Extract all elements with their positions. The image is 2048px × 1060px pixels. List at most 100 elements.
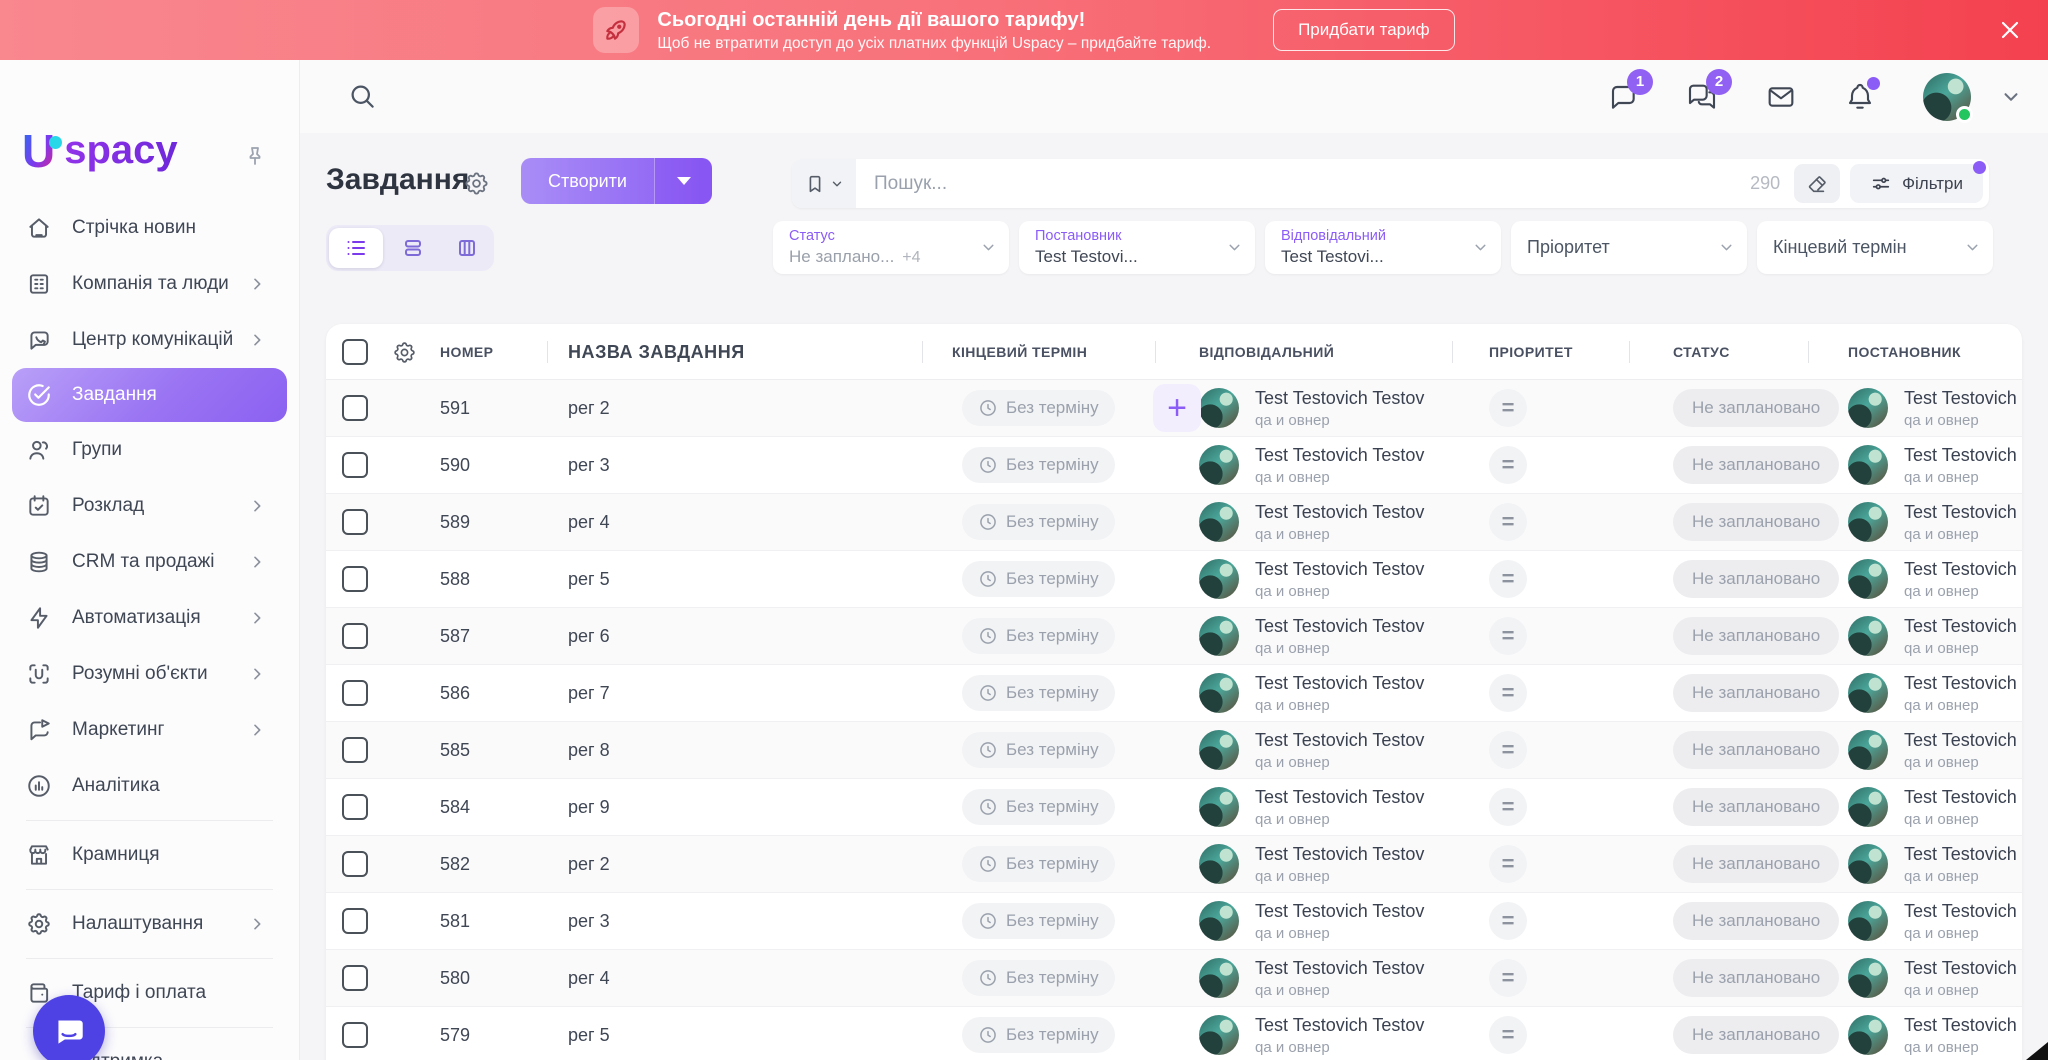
task-name[interactable]: рег 9 [547, 797, 922, 818]
table-row[interactable]: 588 рег 5 Без терміну [326, 551, 2022, 608]
responsible-person[interactable]: Test Testovich Testov qa и овнер [1199, 388, 1452, 429]
table-row[interactable]: 581 рег 3 Без терміну [326, 893, 2022, 950]
reporter-person[interactable]: Test Testovich qa и овнер [1848, 559, 2022, 600]
reporter-person[interactable]: Test Testovich qa и овнер [1848, 730, 2022, 771]
responsible-person[interactable]: Test Testovich Testov qa и овнер [1199, 787, 1452, 828]
sidebar-item-tasks[interactable]: Завдання [12, 368, 287, 422]
sidebar-item-news-feed[interactable]: Стрічка новин [0, 200, 299, 256]
row-checkbox[interactable] [342, 395, 368, 421]
sidebar-item-communications[interactable]: Центр комунікацій [0, 312, 299, 368]
responsible-person[interactable]: Test Testovich Testov qa и овнер [1199, 616, 1452, 657]
table-row[interactable]: 587 рег 6 Без терміну [326, 608, 2022, 665]
reporter-person[interactable]: Test Testovich qa и овнер [1848, 901, 2022, 942]
column-header-responsible[interactable]: ВІДПОВІДАЛЬНИЙ [1155, 324, 1452, 380]
sidebar-item-groups[interactable]: Групи [0, 422, 299, 478]
sidebar-item-marketing[interactable]: Маркетинг [0, 702, 299, 758]
reporter-person[interactable]: Test Testovich qa и овнер [1848, 502, 2022, 543]
task-name[interactable]: рег 2 [547, 398, 922, 419]
responsible-person[interactable]: Test Testovich Testov qa и овнер [1199, 445, 1452, 486]
filter-chip-deadline[interactable]: Кінцевий термін [1757, 221, 1993, 274]
task-name[interactable]: рег 5 [547, 569, 922, 590]
table-row[interactable]: 590 рег 3 Без терміну [326, 437, 2022, 494]
row-checkbox[interactable] [342, 737, 368, 763]
table-row[interactable]: 579 рег 5 Без терміну [326, 1007, 2022, 1060]
row-checkbox[interactable] [342, 965, 368, 991]
view-kanban-button[interactable] [440, 225, 494, 271]
row-checkbox[interactable] [342, 509, 368, 535]
table-row[interactable]: 582 рег 2 Без терміну [326, 836, 2022, 893]
task-name[interactable]: рег 4 [547, 968, 922, 989]
task-name[interactable]: рег 5 [547, 1025, 922, 1046]
group-chats-icon[interactable]: 2 [1686, 81, 1718, 113]
row-checkbox[interactable] [342, 908, 368, 934]
responsible-person[interactable]: Test Testovich Testov qa и овнер [1199, 901, 1452, 942]
columns-settings-gear-icon[interactable] [392, 340, 417, 365]
reporter-person[interactable]: Test Testovich qa и овнер [1848, 844, 2022, 885]
sidebar-item-analytics[interactable]: Аналітика [0, 758, 299, 814]
create-button-label[interactable]: Створити [521, 158, 654, 204]
task-name[interactable]: рег 7 [547, 683, 922, 704]
reporter-person[interactable]: Test Testovich qa и овнер [1848, 673, 2022, 714]
column-header-reporter[interactable]: ПОСТАНОВНИК [1808, 324, 2022, 380]
mail-icon[interactable] [1765, 81, 1797, 113]
row-checkbox[interactable] [342, 794, 368, 820]
sidebar-item-store[interactable]: Крамниця [0, 827, 299, 883]
row-checkbox[interactable] [342, 452, 368, 478]
task-name[interactable]: рег 4 [547, 512, 922, 533]
task-name[interactable]: рег 8 [547, 740, 922, 761]
responsible-person[interactable]: Test Testovich Testov qa и овнер [1199, 844, 1452, 885]
table-row[interactable]: 585 рег 8 Без терміну [326, 722, 2022, 779]
reporter-person[interactable]: Test Testovich qa и овнер [1848, 616, 2022, 657]
support-chat-widget-button[interactable] [33, 995, 105, 1060]
filter-chip-status[interactable]: Статус Не заплано...+4 [773, 221, 1009, 274]
table-row[interactable]: 584 рег 9 Без терміну [326, 779, 2022, 836]
filter-chip-priority[interactable]: Пріоритет [1511, 221, 1747, 274]
page-settings-gear-icon[interactable] [463, 170, 490, 197]
filters-button[interactable]: Фільтри [1850, 164, 1983, 203]
reporter-person[interactable]: Test Testovich qa и овнер [1848, 1015, 2022, 1056]
responsible-person[interactable]: Test Testovich Testov qa и овнер [1199, 1015, 1452, 1056]
select-all-checkbox[interactable] [342, 339, 368, 365]
filter-chip-reporter[interactable]: Постановник Test Testovi... [1019, 221, 1255, 274]
task-name[interactable]: рег 2 [547, 854, 922, 875]
bell-icon[interactable] [1844, 81, 1876, 113]
create-dropdown-toggle[interactable] [654, 158, 712, 204]
row-checkbox[interactable] [342, 851, 368, 877]
uspacy-logo[interactable]: U spacy [22, 128, 178, 174]
create-task-split-button[interactable]: Створити [521, 158, 712, 204]
sidebar-item-crm[interactable]: CRM та продажі [0, 534, 299, 590]
reporter-person[interactable]: Test Testovich qa и овнер [1848, 958, 2022, 999]
task-name[interactable]: рег 3 [547, 911, 922, 932]
filter-chip-responsible[interactable]: Відповідальний Test Testovi... [1265, 221, 1501, 274]
responsible-person[interactable]: Test Testovich Testov qa и овнер [1199, 559, 1452, 600]
responsible-person[interactable]: Test Testovich Testov qa и овнер [1199, 730, 1452, 771]
view-list-button[interactable] [329, 228, 383, 268]
responsible-person[interactable]: Test Testovich Testov qa и овнер [1199, 502, 1452, 543]
reporter-person[interactable]: Test Testovich qa и овнер [1848, 787, 2022, 828]
search-icon[interactable] [347, 81, 377, 111]
responsible-person[interactable]: Test Testovich Testov qa и овнер [1199, 673, 1452, 714]
reporter-person[interactable]: Test Testovich qa и овнер [1848, 445, 2022, 486]
table-row[interactable]: 580 рег 4 Без терміну [326, 950, 2022, 1007]
user-avatar[interactable] [1923, 73, 1971, 121]
sidebar-item-automation[interactable]: Автоматизація [0, 590, 299, 646]
pin-sidebar-icon[interactable] [243, 144, 267, 168]
reporter-person[interactable]: Test Testovich qa и овнер [1848, 388, 2022, 429]
task-name[interactable]: рег 3 [547, 455, 922, 476]
column-header-status[interactable]: СТАТУС [1629, 324, 1808, 380]
view-cards-button[interactable] [386, 225, 440, 271]
row-checkbox[interactable] [342, 680, 368, 706]
row-checkbox[interactable] [342, 1022, 368, 1048]
column-header-name[interactable]: НАЗВА ЗАВДАННЯ [547, 324, 922, 380]
sidebar-item-settings[interactable]: Налаштування [0, 896, 299, 952]
buy-tariff-button[interactable]: Придбати тариф [1273, 9, 1455, 51]
table-row[interactable]: 589 рег 4 Без терміну [326, 494, 2022, 551]
column-header-deadline[interactable]: КІНЦЕВИЙ ТЕРМІН [922, 324, 1155, 380]
sidebar-item-smart-objects[interactable]: Розумні об'єкти [0, 646, 299, 702]
sidebar-item-company-people[interactable]: Компанія та люди [0, 256, 299, 312]
row-checkbox[interactable] [342, 623, 368, 649]
responsible-person[interactable]: Test Testovich Testov qa и овнер [1199, 958, 1452, 999]
chat-icon[interactable]: 1 [1607, 81, 1639, 113]
clear-search-button[interactable] [1794, 164, 1840, 203]
chevron-down-icon[interactable] [2000, 86, 2022, 108]
